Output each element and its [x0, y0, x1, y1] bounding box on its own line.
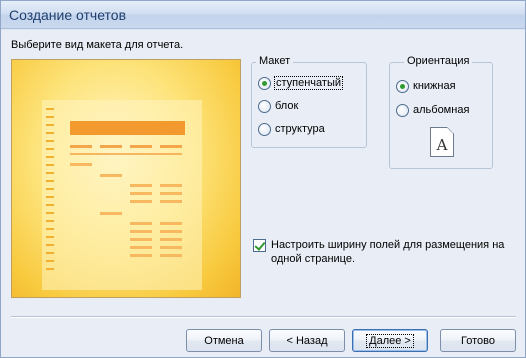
layout-option-outline-label: структура — [275, 123, 325, 135]
next-button[interactable]: Далее > — [352, 329, 428, 352]
layout-preview-image — [11, 59, 241, 298]
cancel-button[interactable]: Отмена — [186, 329, 262, 352]
radio-block[interactable] — [258, 99, 271, 113]
fit-width-checkbox[interactable] — [253, 239, 266, 252]
layout-option-block[interactable]: блок — [258, 98, 298, 114]
report-layout-preview-graphic — [42, 100, 202, 290]
layout-option-outline[interactable]: структура — [258, 121, 325, 137]
instruction-text: Выберите вид макета для отчета. — [11, 39, 184, 51]
portrait-page-icon: A — [430, 127, 454, 157]
orientation-group-legend: Ориентация — [404, 55, 473, 67]
layout-group-legend: Макет — [256, 55, 294, 67]
report-wizard-window: Создание отчетов Выберите вид макета для… — [0, 0, 526, 358]
cancel-button-label: Отмена — [204, 334, 244, 347]
window-title: Создание отчетов — [9, 7, 127, 23]
radio-portrait[interactable] — [396, 79, 409, 93]
orientation-option-portrait[interactable]: книжная — [396, 78, 456, 94]
footer-separator — [11, 316, 516, 318]
finish-button[interactable]: Готово — [440, 329, 516, 352]
orientation-option-portrait-label: книжная — [413, 80, 456, 92]
radio-outline[interactable] — [258, 122, 271, 136]
layout-group: Макет ступенчатый блок структура — [251, 55, 367, 148]
layout-option-stepped[interactable]: ступенчатый — [258, 75, 344, 91]
next-button-label: Далее > — [366, 333, 414, 348]
fit-width-checkbox-label: Настроить ширину полей для размещения на… — [271, 239, 505, 265]
fit-width-checkbox-row[interactable]: Настроить ширину полей для размещения на… — [253, 238, 521, 266]
binding-holes — [46, 108, 54, 270]
layout-option-stepped-label: ступенчатый — [273, 76, 344, 90]
orientation-option-landscape-label: альбомная — [413, 104, 470, 116]
finish-button-label: Готово — [461, 334, 495, 347]
page-icon-letter: A — [436, 136, 448, 154]
radio-stepped[interactable] — [258, 76, 271, 90]
back-button-label: < Назад — [286, 334, 328, 347]
wizard-body: Выберите вид макета для отчета. Макет ст… — [1, 30, 525, 357]
preview-title-block — [70, 121, 185, 135]
orientation-option-landscape[interactable]: альбомная — [396, 102, 469, 118]
radio-landscape[interactable] — [396, 103, 409, 117]
title-bar[interactable]: Создание отчетов — [1, 1, 525, 29]
back-button[interactable]: < Назад — [269, 329, 345, 352]
orientation-group: Ориентация книжная альбомная A — [389, 55, 493, 169]
layout-option-block-label: блок — [275, 100, 299, 112]
